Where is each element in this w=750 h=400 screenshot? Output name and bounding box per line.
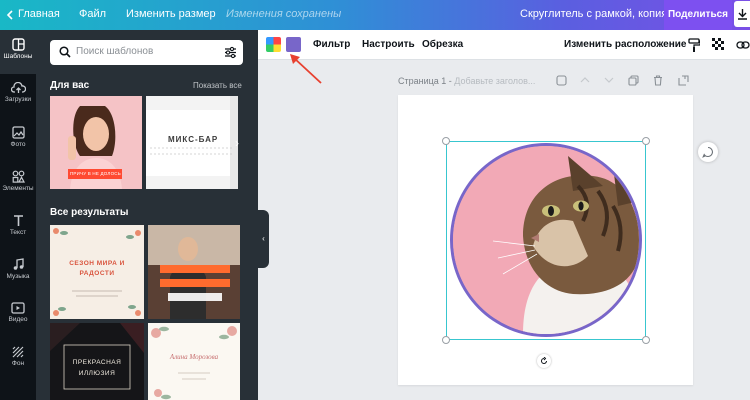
- file-menu[interactable]: Файл: [79, 8, 106, 20]
- rail-label: Элементы: [2, 185, 34, 192]
- template-thumbnail[interactable]: Алина Морозова: [148, 323, 240, 400]
- collapse-panel-button[interactable]: ‹: [258, 210, 269, 268]
- rail-item-music[interactable]: Музыка: [0, 250, 36, 294]
- paint-roller-icon[interactable]: [688, 38, 700, 52]
- all-results-heading: Все результаты: [50, 207, 129, 218]
- template-thumbnail[interactable]: ПРИЧУ В НЕ ДОЛОСЬ: [50, 96, 142, 189]
- resize-handle[interactable]: [642, 336, 650, 344]
- back-chevron-icon[interactable]: [6, 10, 13, 20]
- page-label: Страница 1 - Добавьте заголов...: [398, 76, 535, 86]
- thumbnail-badge: ПРИЧУ В НЕ ДОЛОСЬ: [70, 171, 121, 176]
- search-placeholder: Поиск шаблонов: [76, 46, 154, 57]
- editor-toolbar: Фильтр Настроить Обрезка Изменить распол…: [258, 30, 750, 60]
- template-thumbnail[interactable]: СЕЗОН МИРА И РАДОСТИ: [50, 225, 144, 319]
- chevron-left-icon: ‹: [262, 234, 265, 243]
- rail-label: Музыка: [6, 273, 30, 280]
- rotate-handle[interactable]: [537, 354, 551, 368]
- video-icon: [11, 302, 25, 314]
- move-down-icon[interactable]: [604, 75, 614, 85]
- photo-icon: [11, 126, 25, 139]
- rail-item-photos[interactable]: Фото: [0, 118, 36, 162]
- adjust-button[interactable]: Настроить: [362, 39, 415, 50]
- download-icon: [738, 9, 747, 20]
- top-bar: Главная Файл Изменить размер Изменения с…: [0, 0, 750, 30]
- transparency-icon[interactable]: [712, 38, 725, 51]
- template-search[interactable]: Поиск шаблонов: [50, 40, 243, 65]
- rail-label: Фото: [10, 141, 26, 148]
- selection-box: [446, 141, 646, 340]
- show-all-link[interactable]: Показать все: [193, 81, 242, 90]
- text-icon: [13, 215, 23, 226]
- resize-handle[interactable]: [642, 137, 650, 145]
- floral-invite: [148, 323, 240, 400]
- page-number: Страница 1 -: [398, 76, 455, 86]
- arrange-button[interactable]: Изменить расположение: [564, 39, 686, 50]
- add-page-icon[interactable]: [678, 75, 689, 86]
- move-up-icon[interactable]: [580, 75, 590, 85]
- rail-item-elements[interactable]: Элементы: [0, 162, 36, 206]
- rail-item-text[interactable]: Текст: [0, 206, 36, 250]
- carousel-next-icon[interactable]: ›: [235, 136, 239, 150]
- rail-label: Шаблоны: [3, 53, 33, 60]
- annotation-arrow-icon: [290, 54, 322, 84]
- delete-page-icon[interactable]: [653, 75, 663, 86]
- frame-color-swatch[interactable]: [286, 37, 301, 52]
- resize-handle[interactable]: [442, 336, 450, 344]
- thumbnail-title: СЕЗОН МИРА И РАДОСТИ: [69, 260, 125, 277]
- comment-icon: [702, 146, 713, 158]
- rail-item-video[interactable]: Видео: [0, 294, 36, 338]
- rail-item-templates[interactable]: Шаблоны: [0, 30, 36, 74]
- crop-button[interactable]: Обрезка: [422, 39, 463, 50]
- template-thumbnail[interactable]: ПРЕКРАСНАЯ ИЛЛЮЗИЯ: [50, 323, 144, 400]
- rail-label: Текст: [9, 229, 27, 236]
- home-link[interactable]: Главная: [18, 8, 60, 20]
- filter-button[interactable]: Фильтр: [313, 39, 350, 50]
- rail-label: Фон: [11, 360, 25, 367]
- search-icon: [59, 46, 71, 58]
- background-icon: [12, 346, 24, 358]
- template-thumbnail[interactable]: МИКС-БАР: [146, 96, 238, 189]
- music-icon: [13, 258, 24, 270]
- notes-icon[interactable]: [556, 75, 567, 86]
- template-thumbnail[interactable]: [148, 225, 240, 319]
- save-status: Изменения сохранены: [226, 8, 342, 20]
- rail-label: Загрузки: [4, 96, 32, 103]
- thumbnail-title: Алина Морозова: [169, 353, 219, 361]
- for-you-heading: Для вас: [50, 80, 90, 91]
- rotate-icon: [541, 357, 547, 364]
- photo-collage: [148, 225, 240, 319]
- rail-item-background[interactable]: Фон: [0, 338, 36, 382]
- side-rail: Шаблоны Загрузки Фото Элементы Текст Муз…: [0, 30, 36, 400]
- link-icon[interactable]: [736, 39, 750, 51]
- thumbnail-title: ПРЕКРАСНАЯ ИЛЛЮЗИЯ: [72, 359, 122, 377]
- comment-button[interactable]: [698, 142, 718, 162]
- filter-sliders-icon[interactable]: [224, 46, 237, 59]
- design-title[interactable]: Скруглитель с рамкой, копия: [520, 8, 667, 20]
- duplicate-page-icon[interactable]: [628, 75, 639, 86]
- page-title-input[interactable]: Добавьте заголов...: [454, 76, 535, 86]
- thumbnail-title: МИКС-БАР: [168, 135, 219, 144]
- templates-panel: Поиск шаблонов Для вас Показать все ПРИЧ…: [36, 30, 258, 400]
- upload-icon: [10, 82, 26, 93]
- rail-item-uploads[interactable]: Загрузки: [0, 74, 36, 118]
- rail-label: Видео: [8, 316, 28, 323]
- resize-handle[interactable]: [442, 137, 450, 145]
- resize-menu[interactable]: Изменить размер: [126, 8, 216, 20]
- share-button[interactable]: Поделиться: [664, 0, 732, 30]
- elements-icon: [12, 170, 25, 183]
- templates-icon: [11, 38, 25, 51]
- download-button[interactable]: [734, 1, 750, 27]
- color-picker-icon[interactable]: [266, 37, 281, 52]
